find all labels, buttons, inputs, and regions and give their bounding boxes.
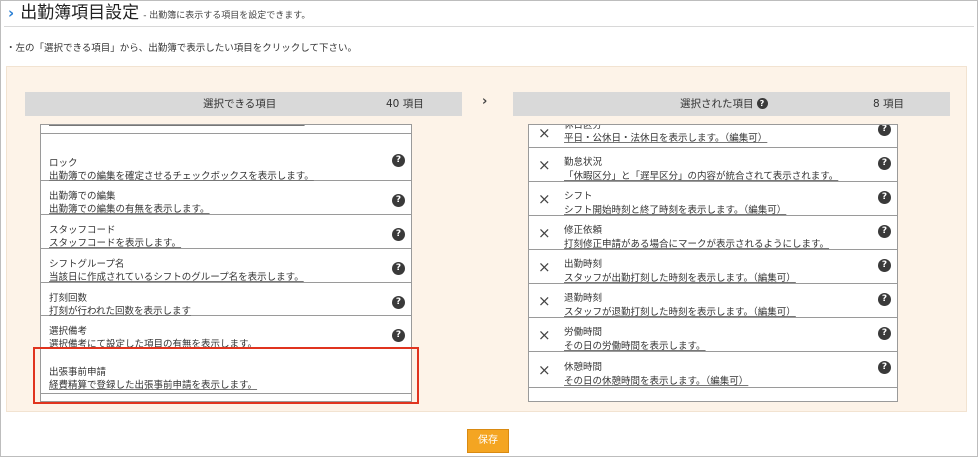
item-description: 当該日に作成されているシフトのグループ名を表示します。 (49, 272, 304, 283)
question-circle-icon[interactable]: ? (392, 194, 405, 207)
item-name: ロック (49, 158, 78, 169)
item-description: 平日・公休日・法休日を表示します。（編集可） (564, 133, 768, 144)
list-item[interactable]: × シフトシフト開始時刻と終了時刻を表示します。（編集可）? (529, 182, 897, 216)
list-item[interactable]: シフトグループ名当該日に作成されているシフトのグループ名を表示します。? (41, 249, 411, 283)
question-circle-icon[interactable]: ? (392, 329, 405, 342)
question-circle-icon[interactable]: ? (392, 154, 405, 167)
move-right-arrow-icon: › (482, 94, 488, 109)
item-description: 打刻修正申請がある場合にマークが表示されるようにします。 (564, 239, 830, 250)
question-circle-icon[interactable]: ? (878, 157, 891, 170)
remove-icon[interactable]: × (538, 225, 551, 241)
question-circle-icon[interactable]: ? (878, 125, 891, 136)
selected-items-count: 8 項目 (873, 98, 905, 110)
page-subtitle: - 出勤簿に表示する項目を設定できます。 (143, 11, 311, 21)
page-header: › 出勤簿項目設定 - 出勤簿に表示する項目を設定できます。 (8, 2, 310, 24)
list-item[interactable]: 選択備考 選択備考にて設定した項目の有無を表示します。? (41, 316, 411, 350)
selected-items-header: 選択された項目? 8 項目 (513, 92, 950, 116)
list-item[interactable]: × 修正依頼打刻修正申請がある場合にマークが表示されるようにします。? (529, 216, 897, 250)
item-description: スタッフが出勤打刻した時刻を表示します。（編集可） (564, 273, 796, 284)
list-item[interactable]: 出勤簿での編集出勤簿での編集の有無を表示します。? (41, 181, 411, 215)
item-name: 打刻回数 (49, 293, 88, 304)
question-circle-icon[interactable]: ? (392, 262, 405, 275)
list-item[interactable]: ロック出勤簿での編集を確定させるチェックボックスを表示します。? (41, 134, 411, 182)
item-description: スタッフが退勤打刻した時刻を表示します。（編集可） (564, 307, 796, 318)
list-item[interactable]: × 休日区分 平日・公休日・法休日を表示します。（編集可）? (529, 125, 897, 148)
list-item[interactable]: スタッフコードスタッフコードを表示します。? (41, 215, 411, 249)
list-item[interactable]: × 勤怠状況「休暇区分」と「遅早区分」の内容が統合されて表示されます。? (529, 148, 897, 182)
available-items-header: 選択できる項目 40 項目 (25, 92, 462, 116)
list-item[interactable]: × 出勤時刻スタッフが出勤打刻した時刻を表示します。（編集可）? (529, 250, 897, 284)
item-name: 勤怠状況 (564, 157, 603, 168)
remove-icon[interactable]: × (538, 259, 551, 275)
item-name: シフト (564, 191, 593, 202)
item-name: 労働時間 (564, 327, 603, 338)
question-circle-icon[interactable]: ? (756, 98, 768, 109)
list-item[interactable]: 遅刻理由 遅刻申請時に入力された遅刻理由を表示します。 (41, 125, 411, 134)
instruction-text: ・左の「選択できる項目」から、出勤簿で表示したい項目をクリックして下さい。 (6, 43, 358, 54)
item-name: 退勤時刻 (564, 293, 603, 304)
item-description: 遅刻理由 遅刻申請時に入力された遅刻理由を表示します。 (49, 125, 305, 127)
item-description: 「休暇区分」と「遅早区分」の内容が統合されて表示されます。 (564, 171, 839, 182)
remove-icon[interactable]: × (538, 327, 551, 343)
list-item[interactable]: 打刻回数打刻が行われた回数を表示します? (41, 283, 411, 317)
item-name: 出勤時刻 (564, 259, 603, 270)
remove-icon[interactable]: × (538, 125, 551, 141)
list-item[interactable]: × 労働時間その日の労働時間を表示します。? (529, 318, 897, 352)
selected-items-title-wrap: 選択された項目? (680, 92, 768, 116)
question-circle-icon[interactable]: ? (392, 228, 405, 241)
highlight-box (33, 347, 419, 404)
question-circle-icon[interactable]: ? (392, 296, 405, 309)
item-description: 出勤簿での編集の有無を表示します。 (49, 204, 210, 215)
page-title: 出勤簿項目設定 (20, 3, 140, 23)
question-circle-icon[interactable]: ? (878, 225, 891, 238)
item-description: 打刻が行われた回数を表示します (49, 306, 192, 317)
item-description: 出勤簿での編集を確定させるチェックボックスを表示します。 (49, 171, 314, 182)
available-items-title: 選択できる項目 (203, 98, 277, 110)
question-circle-icon[interactable]: ? (878, 361, 891, 374)
header-divider (4, 26, 974, 27)
remove-icon[interactable]: × (538, 157, 551, 173)
chevron-right-icon: › (8, 4, 15, 22)
item-name: シフトグループ名 (49, 259, 125, 270)
item-description: スタッフコードを表示します。 (49, 238, 182, 249)
remove-icon[interactable]: × (538, 362, 551, 378)
item-description: シフト開始時刻と終了時刻を表示します。（編集可） (564, 205, 787, 216)
item-description: その日の労働時間を表示します。 (564, 341, 706, 352)
question-circle-icon[interactable]: ? (878, 293, 891, 306)
selected-items-title: 選択された項目 (680, 98, 754, 110)
list-item[interactable]: × 休憩時間その日の休憩時間を表示します。（編集可）? (529, 352, 897, 388)
item-description: その日の休憩時間を表示します。（編集可） (564, 376, 749, 387)
item-name: 修正依頼 (564, 225, 603, 236)
question-circle-icon[interactable]: ? (878, 191, 891, 204)
question-circle-icon[interactable]: ? (878, 259, 891, 272)
selected-items-list[interactable]: × 休日区分 平日・公休日・法休日を表示します。（編集可）? × 勤怠状況 「休暇区分」と… (528, 124, 898, 402)
list-item[interactable]: × 退勤時刻スタッフが退勤打刻した時刻を表示します。（編集可）? (529, 284, 897, 318)
question-circle-icon[interactable]: ? (878, 327, 891, 340)
save-button[interactable]: 保存 (467, 429, 509, 453)
item-name: 休憩時間 (564, 362, 603, 373)
remove-icon[interactable]: × (538, 191, 551, 207)
available-items-count: 40 項目 (386, 98, 424, 110)
remove-icon[interactable]: × (538, 293, 551, 309)
item-name: 出勤簿での編集 (49, 191, 116, 202)
item-name: 選択備考 (49, 326, 88, 337)
item-name: スタッフコード (49, 225, 116, 236)
